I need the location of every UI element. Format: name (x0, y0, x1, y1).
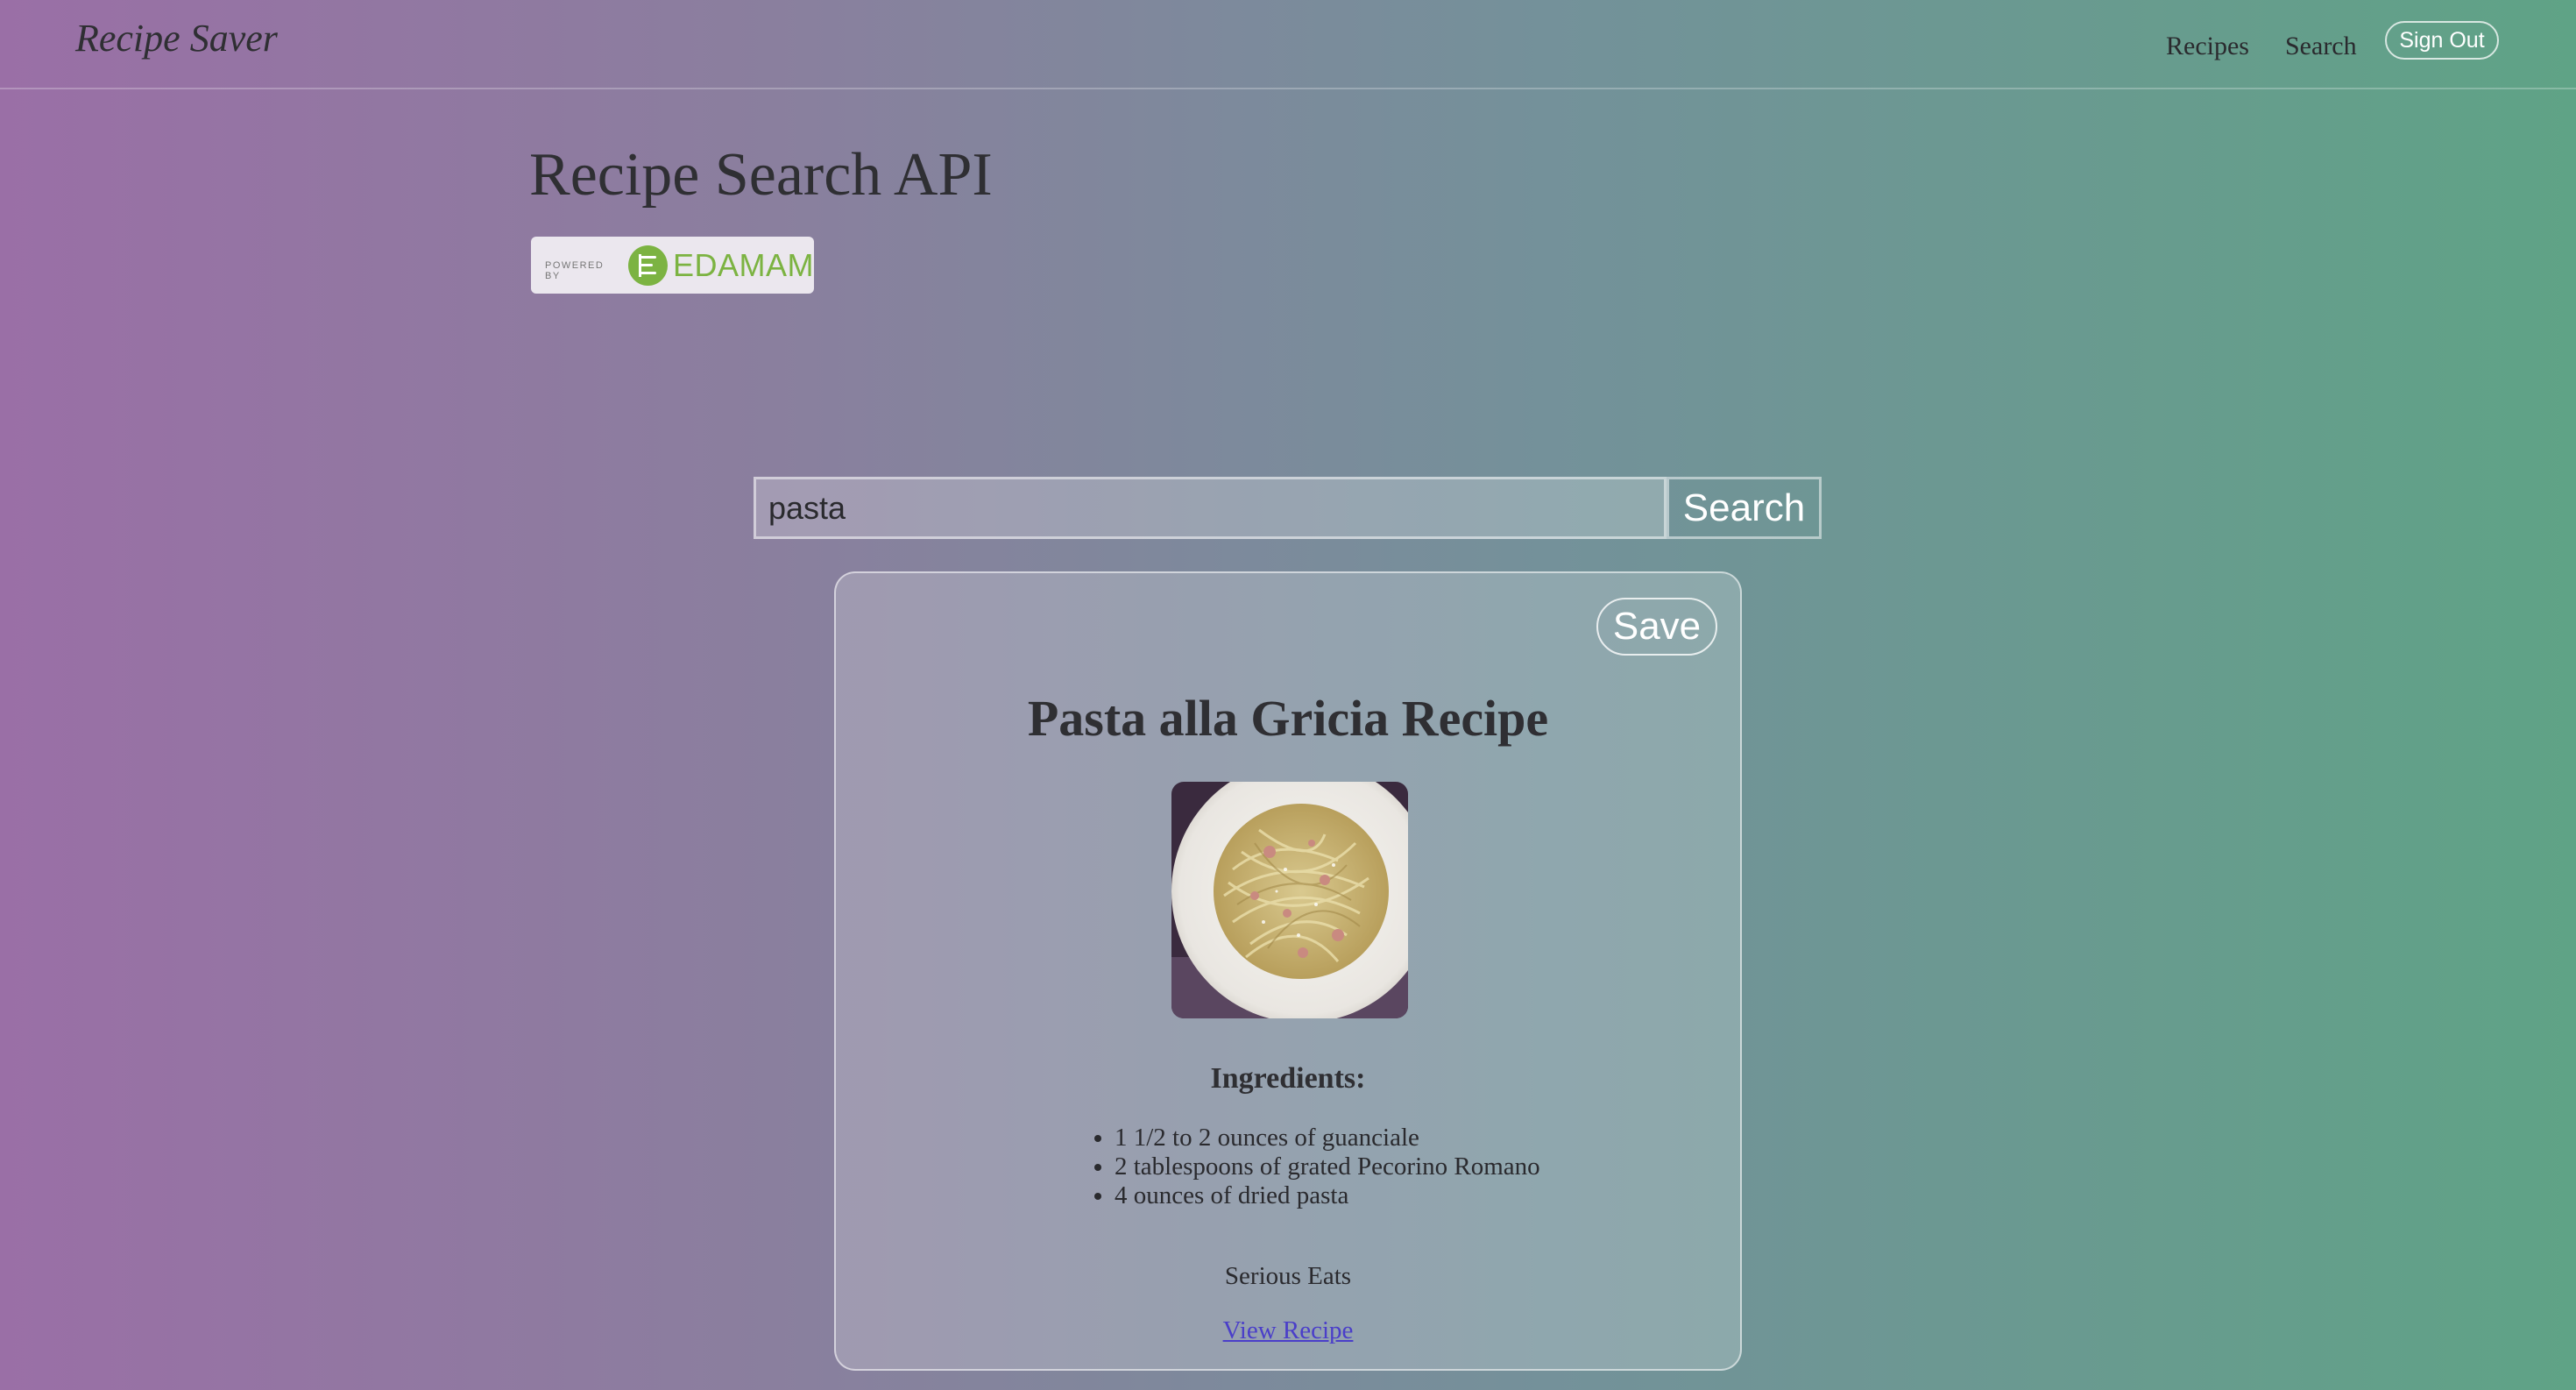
edamam-badge[interactable]: POWERED BY EDAMAM (531, 237, 814, 294)
brand-logo[interactable]: Recipe Saver (75, 16, 278, 60)
ingredients-heading: Ingredients: (1210, 1062, 1366, 1095)
ingredient-item: 4 ounces of dried pasta (1115, 1181, 1540, 1210)
powered-by-label: POWERED BY (545, 259, 605, 281)
navbar: Recipe Saver Recipes Search Sign Out (0, 0, 2576, 89)
edamam-wordmark: EDAMAM (672, 246, 814, 283)
nav-link-search[interactable]: Search (2285, 32, 2357, 61)
ingredients-list: 1 1/2 to 2 ounces of guanciale 2 tablesp… (1086, 1124, 1540, 1210)
search-input[interactable] (754, 477, 1667, 539)
view-recipe-container: View Recipe (836, 1316, 1740, 1345)
recipe-title: Pasta alla Gricia Recipe (1027, 690, 1549, 747)
save-button[interactable]: Save (1596, 598, 1717, 656)
view-recipe-link[interactable]: View Recipe (1223, 1316, 1354, 1344)
recipe-source: Serious Eats (1224, 1262, 1352, 1290)
edamam-logo-icon (628, 245, 668, 286)
ingredient-item: 2 tablespoons of grated Pecorino Romano (1115, 1152, 1540, 1181)
recipe-card: Save Pasta alla Gricia Recipe Ingredient… (834, 571, 1742, 1371)
nav-link-recipes[interactable]: Recipes (2166, 32, 2249, 61)
recipe-image (1171, 782, 1408, 1018)
sign-out-button[interactable]: Sign Out (2385, 21, 2499, 60)
page-title: Recipe Search API (529, 141, 993, 209)
search-button[interactable]: Search (1667, 477, 1822, 539)
ingredient-item: 1 1/2 to 2 ounces of guanciale (1115, 1124, 1540, 1152)
